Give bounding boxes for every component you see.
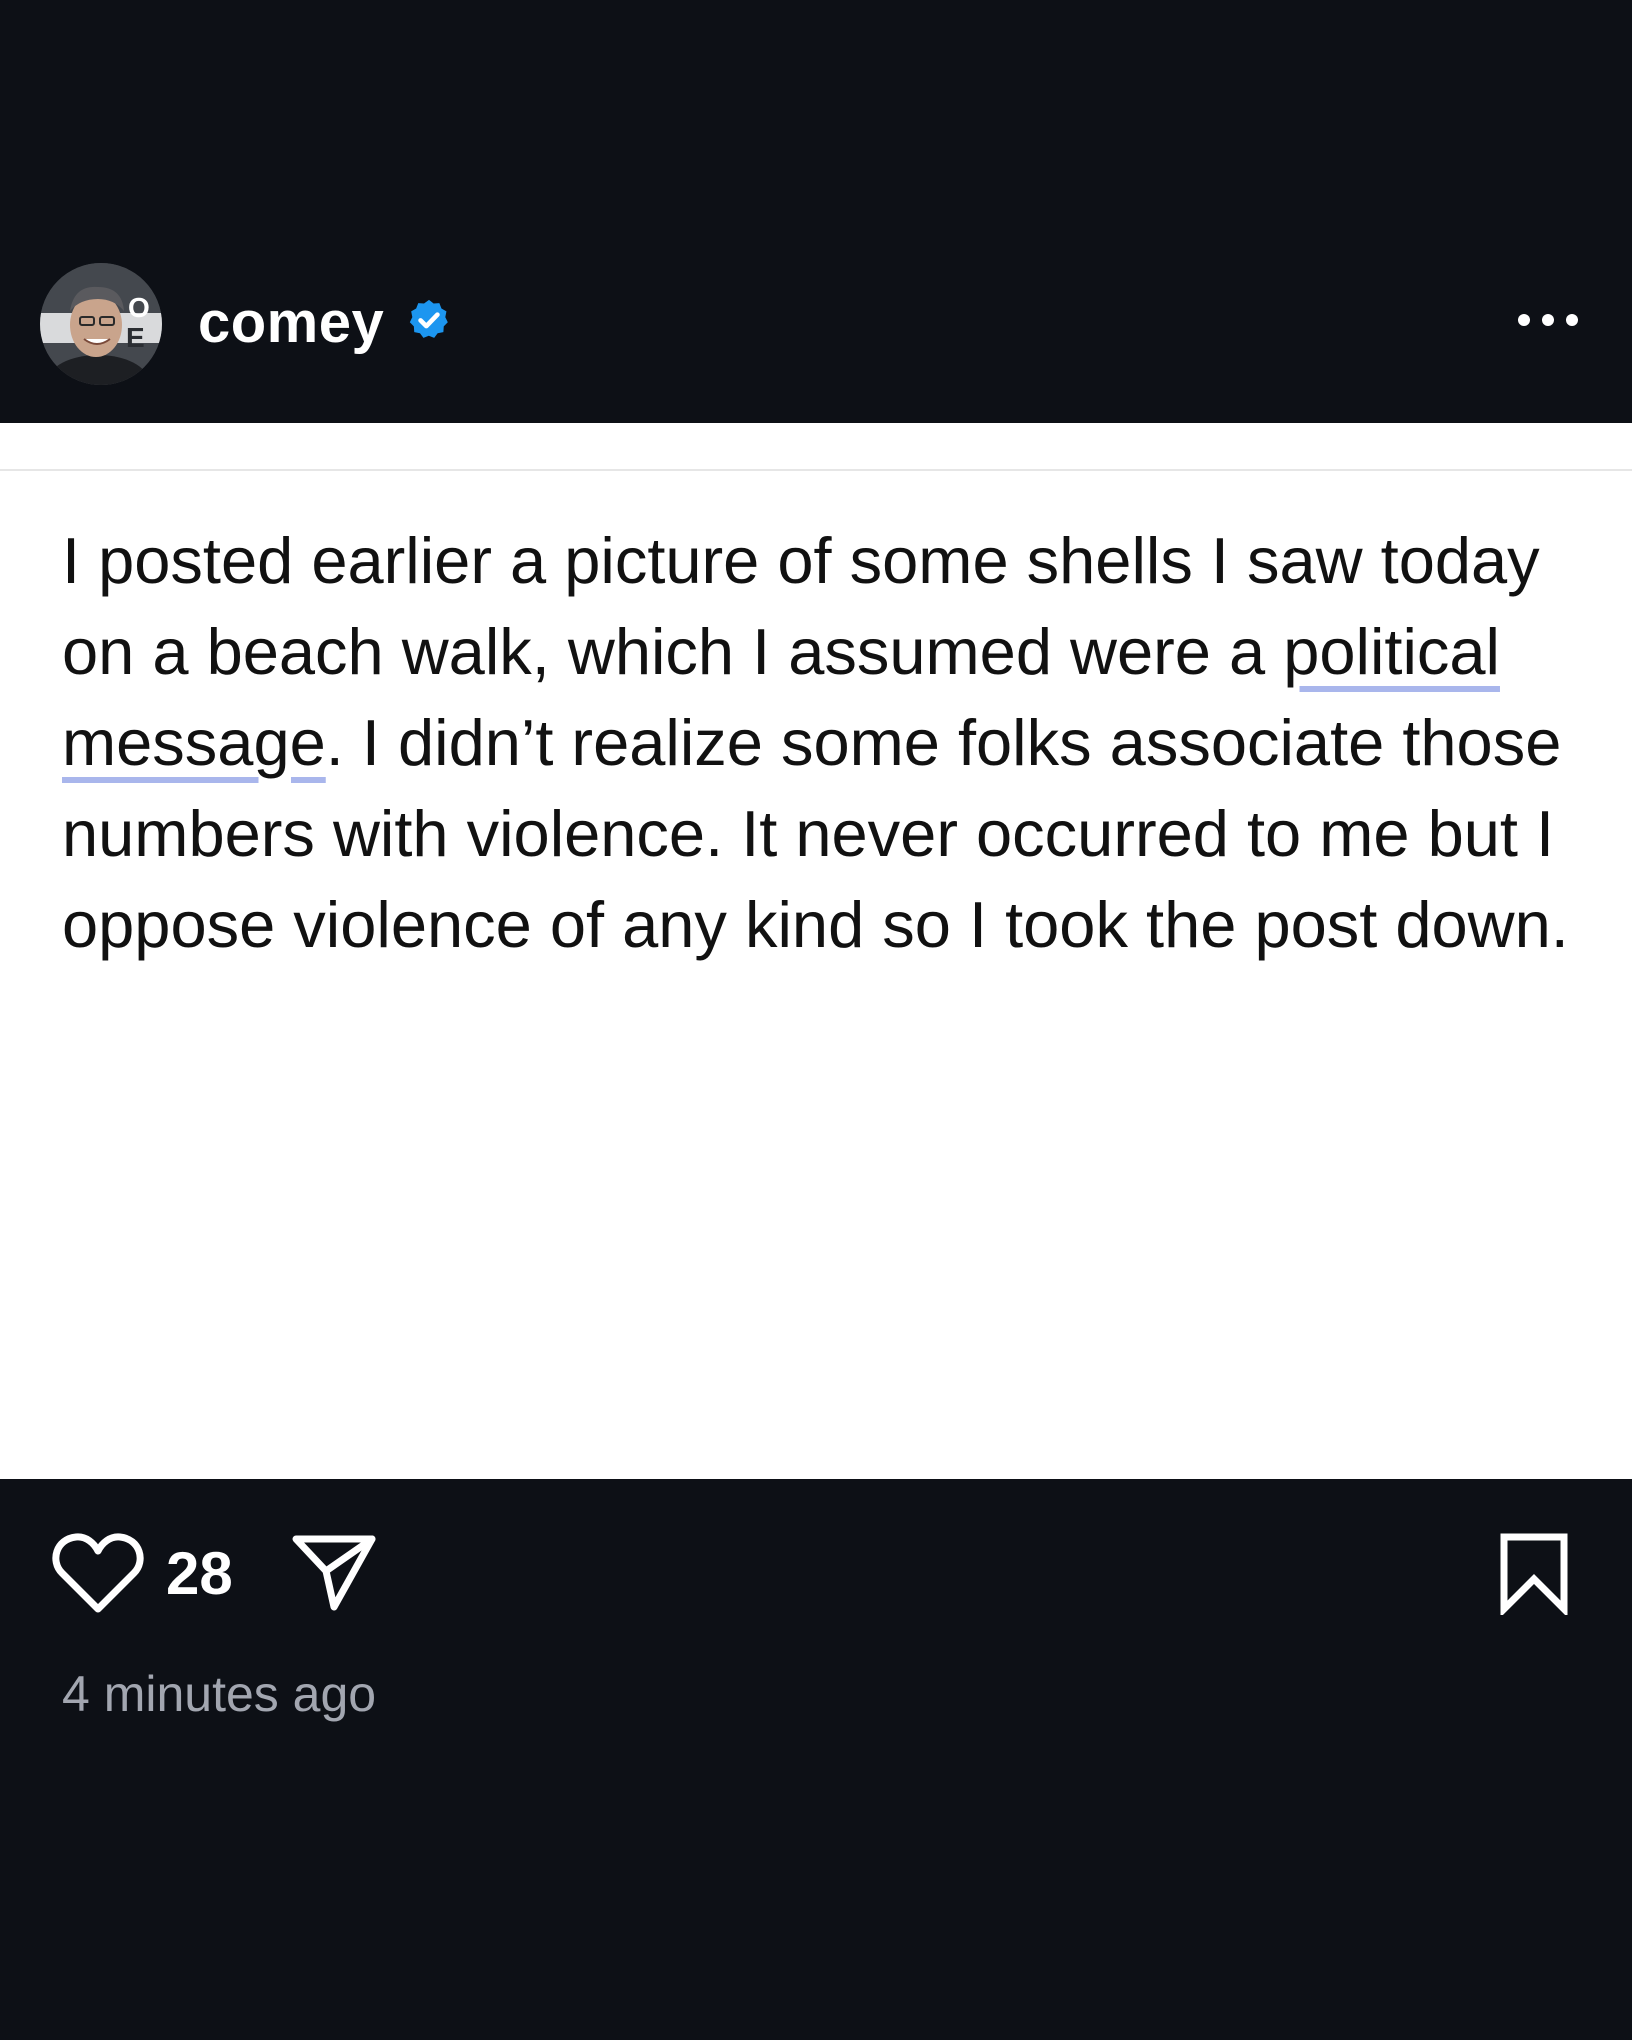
more-options-icon[interactable] — [1516, 302, 1580, 338]
verified-badge-icon — [409, 299, 448, 338]
svg-text:E: E — [126, 322, 145, 353]
post-text: I posted earlier a picture of some shell… — [62, 515, 1582, 970]
post-header: O E comey — [0, 0, 1632, 423]
card-divider — [0, 469, 1632, 471]
post-card: I posted earlier a picture of some shell… — [0, 423, 1632, 1479]
avatar-image: O E — [40, 263, 162, 385]
highlighted-word-political[interactable]: political — [1283, 615, 1500, 688]
post-actions: 28 4 minutes ago — [0, 1479, 1632, 2040]
highlighted-word-message[interactable]: message — [62, 706, 326, 779]
username[interactable]: comey — [198, 288, 384, 358]
send-icon[interactable] — [290, 1531, 378, 1615]
svg-text:O: O — [128, 292, 150, 323]
like-count: 28 — [166, 1540, 233, 1607]
heart-icon[interactable] — [52, 1531, 144, 1615]
post-timestamp: 4 minutes ago — [62, 1666, 377, 1722]
user-avatar[interactable]: O E — [40, 263, 162, 385]
bookmark-icon[interactable] — [1498, 1531, 1570, 1615]
